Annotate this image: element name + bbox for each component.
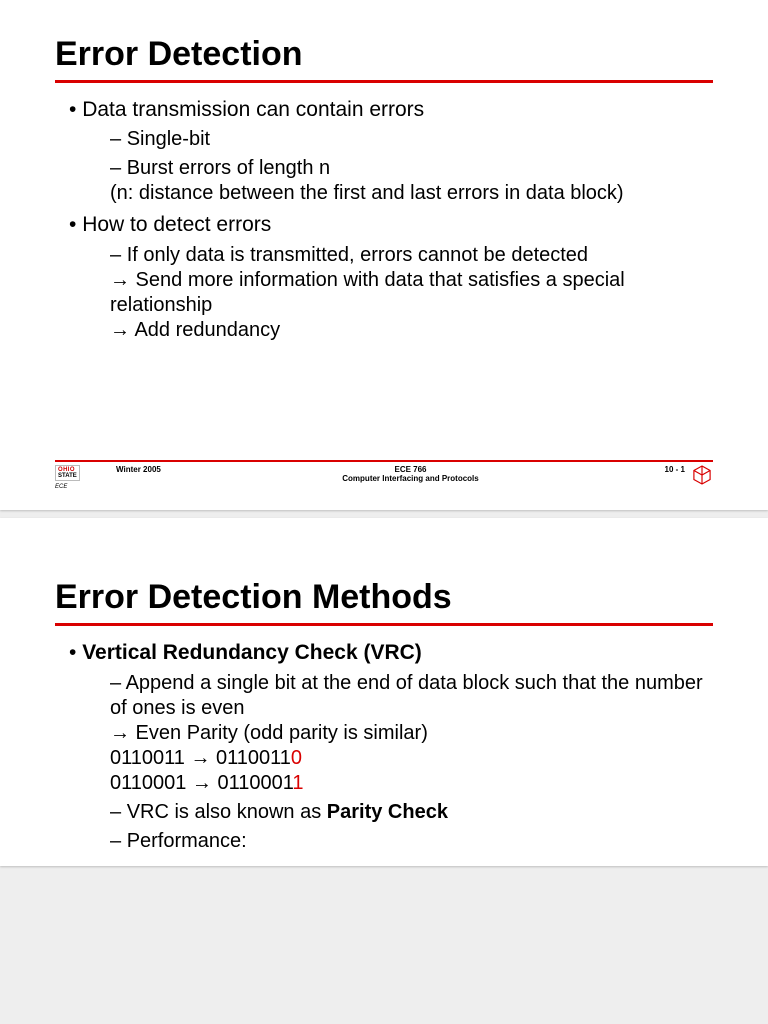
s1-bullet2a: If only data is transmitted, errors cann…	[110, 243, 713, 343]
slide1-footer: OHIO STATE ECE Winter 2005 ECE 766 Compu…	[55, 460, 713, 501]
ex1-main: 0110011 → 0110011	[110, 747, 291, 769]
s1-bullet1b: Burst errors of length n (n: distance be…	[110, 156, 713, 206]
footer-right-icon	[691, 465, 713, 487]
s1-bullet1: Data transmission can contain errors	[69, 97, 713, 123]
s1-bullet2: How to detect errors	[69, 212, 713, 238]
title-underline	[55, 80, 713, 83]
slide-2: Error Detection Methods Vertical Redunda…	[0, 518, 768, 865]
ex2-main: 0110001 → 0110001	[110, 772, 293, 794]
ex1-parity-bit: 0	[291, 747, 302, 769]
s2-bullet1c: VRC is also known as Parity Check	[110, 800, 713, 825]
s2-example1: 0110011 → 01100110	[110, 746, 713, 771]
s2-bullet1: Vertical Redundancy Check (VRC)	[69, 640, 713, 666]
osu-logo-top: OHIO	[58, 467, 77, 473]
ece-label: ECE	[55, 484, 110, 490]
s2-b1a-line2: → Even Parity (odd parity is similar)	[110, 721, 713, 746]
ex2-parity-bit: 1	[293, 772, 303, 794]
footer-subtitle: Computer Interfacing and Protocols	[186, 474, 635, 483]
s1-bullet2a-line3: → Add redundancy	[110, 318, 713, 343]
s2-b1a-line1: Append a single bit at the end of data b…	[110, 672, 703, 719]
s2-b1-text: Vertical Redundancy Check (VRC)	[82, 641, 422, 664]
footer-term: Winter 2005	[116, 465, 186, 474]
footer-course: ECE 766	[394, 465, 426, 474]
s1-bullet1b-line2: (n: distance between the first and last …	[110, 181, 713, 206]
title-underline-2	[55, 623, 713, 626]
osu-logo: OHIO STATE	[55, 465, 80, 482]
slide1-title: Error Detection	[55, 35, 713, 74]
slide2-title: Error Detection Methods	[55, 578, 713, 617]
s2-example2: 0110001 → 01100011	[110, 771, 713, 796]
s2-bullet1d: Performance:	[110, 829, 713, 854]
s1-bullet1a: Single-bit	[110, 127, 713, 152]
osu-logo-bottom: STATE	[58, 473, 77, 479]
s1-bullet2a-line1: If only data is transmitted, errors cann…	[127, 244, 588, 266]
s2-b1c-pre: VRC is also known as	[127, 801, 327, 823]
cube-icon	[693, 465, 711, 487]
s2-bullet1a: Append a single bit at the end of data b…	[110, 671, 713, 796]
s1-bullet1b-line1: Burst errors of length n	[127, 157, 330, 179]
footer-page: 10 - 1	[635, 465, 685, 474]
s1-bullet2a-line2: → Send more information with data that s…	[110, 268, 713, 318]
footer-left-badge: OHIO STATE ECE	[55, 465, 110, 491]
slide-1: Error Detection Data transmission can co…	[0, 0, 768, 510]
s2-b1c-bold: Parity Check	[327, 801, 448, 823]
